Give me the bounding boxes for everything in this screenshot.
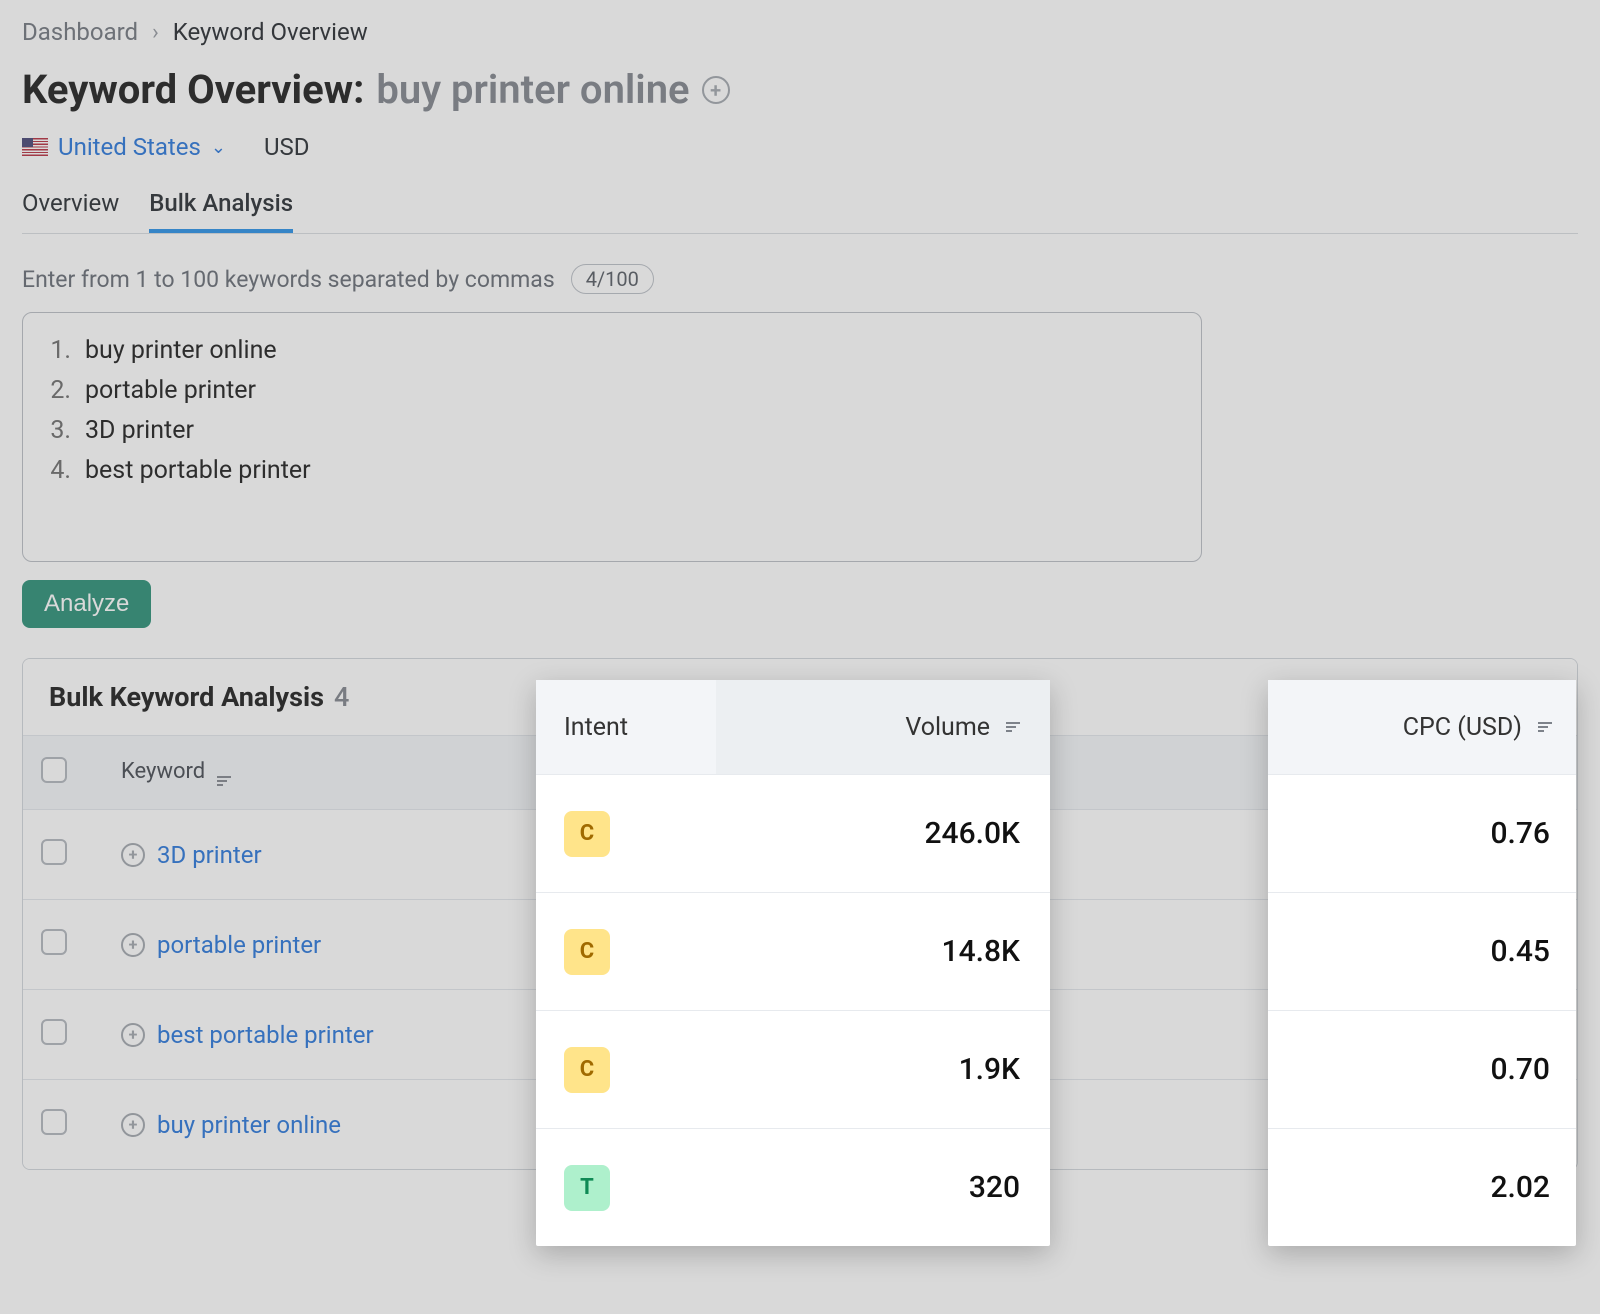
cpc-value: 0.76 (1268, 816, 1576, 851)
table-row: C 1.9K (536, 1010, 1050, 1128)
row-checkbox[interactable] (41, 929, 67, 955)
list-item: 1.buy printer online (45, 331, 1179, 371)
plus-circle-icon[interactable]: + (121, 1113, 145, 1137)
helper-row: Enter from 1 to 100 keywords separated b… (22, 264, 1578, 294)
cpc-panel: CPC (USD) 0.76 0.45 0.70 2.02 (1268, 680, 1576, 1246)
row-checkbox[interactable] (41, 1109, 67, 1135)
us-flag-icon (22, 138, 48, 156)
intent-badge: T (564, 1165, 610, 1211)
volume-value: 14.8K (716, 934, 1050, 969)
title-label: Keyword Overview: (22, 66, 364, 113)
row-checkbox[interactable] (41, 1019, 67, 1045)
results-count: 4 (334, 681, 349, 713)
intent-volume-header: Intent Volume (536, 680, 1050, 774)
analyze-button[interactable]: Analyze (22, 580, 151, 628)
table-row: T 320 (536, 1128, 1050, 1246)
list-item: 4.best portable printer (45, 451, 1179, 491)
country-name: United States (58, 133, 201, 161)
intent-badge: C (564, 1047, 610, 1093)
volume-value: 1.9K (716, 1052, 1050, 1087)
locale-row: United States ⌄ USD (22, 133, 1578, 161)
table-row: C 246.0K (536, 774, 1050, 892)
title-keyword: buy printer online (376, 66, 689, 113)
plus-circle-icon[interactable]: + (121, 933, 145, 957)
helper-text: Enter from 1 to 100 keywords separated b… (22, 266, 555, 293)
col-cpc[interactable]: CPC (USD) (1268, 680, 1576, 774)
keyword-list: 1.buy printer online 2.portable printer … (45, 331, 1179, 491)
sort-icon (1006, 722, 1020, 732)
breadcrumb: Dashboard › Keyword Overview (22, 18, 1578, 46)
country-selector[interactable]: United States ⌄ (22, 133, 226, 161)
table-row: 0.70 (1268, 1010, 1576, 1128)
intent-badge: C (564, 929, 610, 975)
table-row: C 14.8K (536, 892, 1050, 1010)
list-item: 3.3D printer (45, 411, 1179, 451)
plus-circle-icon[interactable]: + (121, 843, 145, 867)
cpc-header: CPC (USD) (1268, 680, 1576, 774)
cpc-value: 0.45 (1268, 934, 1576, 969)
plus-circle-icon[interactable]: + (121, 1023, 145, 1047)
tabs: Overview Bulk Analysis (22, 189, 1578, 234)
list-item: 2.portable printer (45, 371, 1179, 411)
intent-volume-panel: Intent Volume C 246.0K C 14.8K C 1.9K T … (536, 680, 1050, 1246)
intent-badge: C (564, 811, 610, 857)
breadcrumb-current: Keyword Overview (173, 18, 368, 46)
add-keyword-icon[interactable]: + (702, 76, 730, 104)
tab-overview[interactable]: Overview (22, 189, 119, 233)
col-volume[interactable]: Volume (716, 680, 1050, 774)
table-row: 2.02 (1268, 1128, 1576, 1246)
keyword-input-box[interactable]: 1.buy printer online 2.portable printer … (22, 312, 1202, 562)
table-row: 0.76 (1268, 774, 1576, 892)
table-row: 0.45 (1268, 892, 1576, 1010)
chevron-down-icon: ⌄ (211, 137, 226, 158)
col-intent[interactable]: Intent (536, 713, 716, 742)
keyword-count-pill: 4/100 (571, 264, 654, 294)
volume-value: 246.0K (716, 816, 1050, 851)
sort-icon (1538, 722, 1552, 732)
page-title: Keyword Overview: buy printer online + (22, 66, 1578, 113)
breadcrumb-root[interactable]: Dashboard (22, 18, 138, 46)
chevron-right-icon: › (152, 20, 159, 45)
cpc-value: 0.70 (1268, 1052, 1576, 1087)
volume-value: 320 (716, 1170, 1050, 1205)
cpc-value: 2.02 (1268, 1170, 1576, 1205)
row-checkbox[interactable] (41, 839, 67, 865)
sort-icon (217, 776, 231, 786)
tab-bulk-analysis[interactable]: Bulk Analysis (149, 189, 293, 233)
select-all-checkbox[interactable] (23, 757, 103, 789)
currency-label: USD (264, 133, 310, 161)
